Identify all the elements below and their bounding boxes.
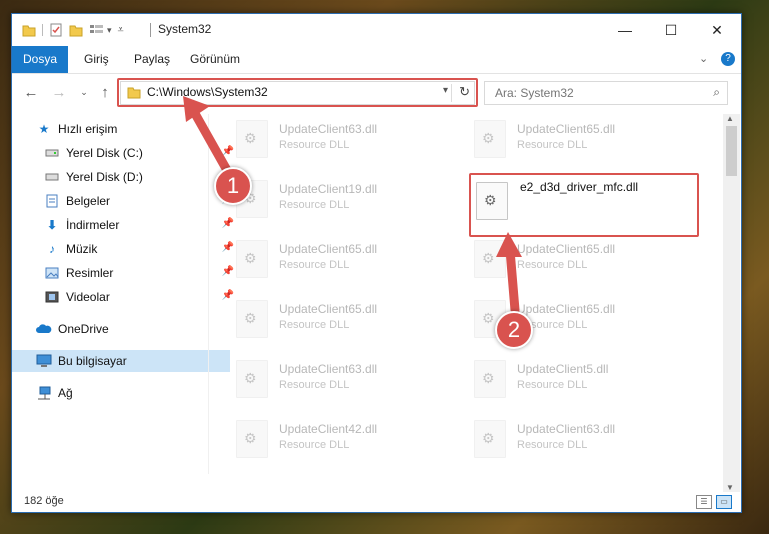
arrow-2 xyxy=(505,245,520,315)
arrow-2-head xyxy=(496,232,522,257)
step-badge-2: 2 xyxy=(495,311,533,349)
annotation-layer xyxy=(183,96,522,315)
step-badge-1: 1 xyxy=(214,167,252,205)
arrow-1 xyxy=(188,105,233,177)
